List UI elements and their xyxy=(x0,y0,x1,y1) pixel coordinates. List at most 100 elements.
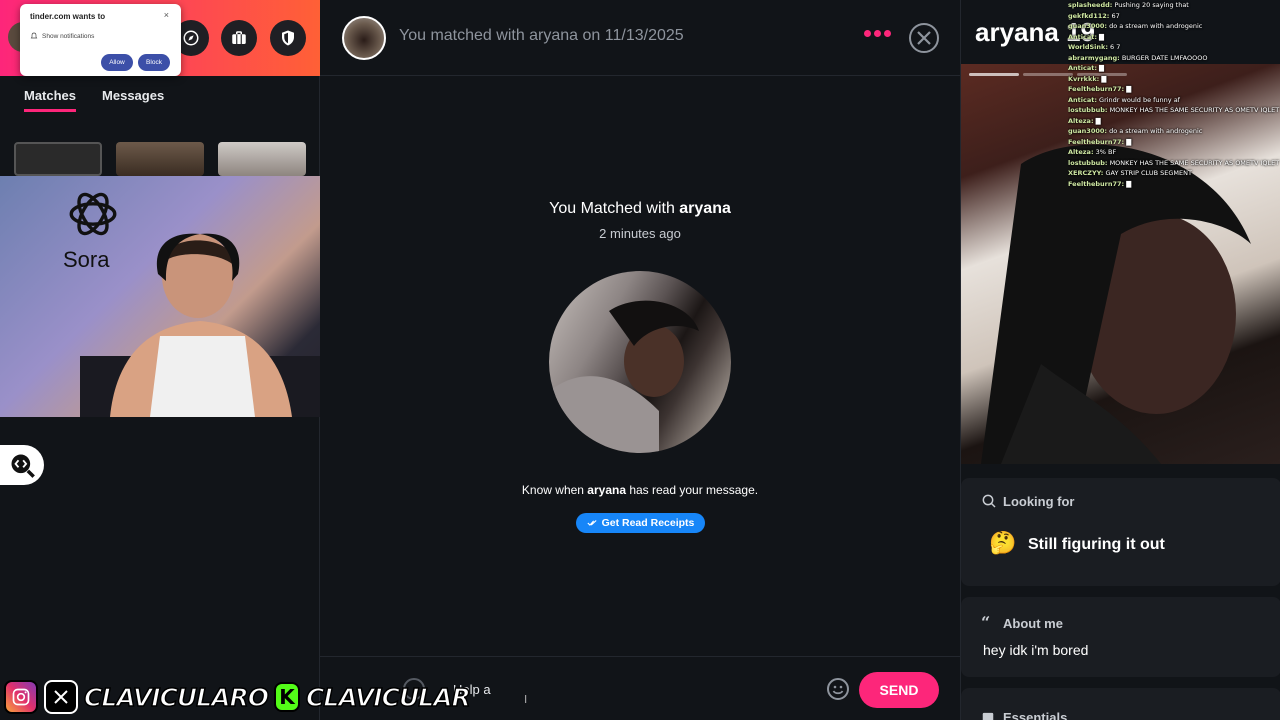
chat-message: 6 7 xyxy=(1110,43,1121,51)
matched-heading: You Matched with aryana xyxy=(320,200,960,218)
essentials-card: Essentials xyxy=(961,688,1280,720)
double-check-icon xyxy=(587,520,597,526)
popup-line: Show notifications xyxy=(30,32,94,40)
chat-message: ▇ xyxy=(1126,179,1132,188)
compass-icon xyxy=(183,30,199,46)
safety-button[interactable] xyxy=(270,20,306,56)
chat-message: ▇ xyxy=(1099,32,1105,41)
chat-username: Feeltheburn77: xyxy=(1068,137,1125,146)
message-input[interactable] xyxy=(440,677,820,701)
chat-username: abrarmygang: xyxy=(1068,53,1120,62)
looking-for-value: Still figuring it out xyxy=(1028,536,1165,553)
extension-button[interactable] xyxy=(0,445,44,485)
bell-icon xyxy=(30,32,38,39)
essentials-title: Essentials xyxy=(1003,710,1068,720)
close-conversation-icon[interactable] xyxy=(908,22,940,54)
chat-username: WorldSink: xyxy=(1068,43,1108,51)
chat-username: Anticat: xyxy=(1068,95,1097,104)
quote-icon: “ xyxy=(981,613,991,632)
chat-message: Pushing 20 saying that xyxy=(1114,1,1189,9)
search-icon xyxy=(982,494,996,508)
matched-prefix: You Matched with xyxy=(549,200,680,217)
match-photo-figure xyxy=(549,300,699,453)
chat-line: abrarmygang: BURGER DATE LMFAOOOO xyxy=(1068,53,1280,64)
match-thumbnail[interactable] xyxy=(14,142,102,176)
chat-username: Anticat: xyxy=(1068,64,1097,72)
match-thumbnail[interactable] xyxy=(116,142,204,176)
chat-line: Alteza: ▇ xyxy=(1068,116,1280,127)
popup-line-text: Show notifications xyxy=(42,32,95,40)
sora-label: Sora xyxy=(63,247,110,272)
match-avatar[interactable] xyxy=(342,16,386,60)
app-root: tinder.com wants to × Show notifications… xyxy=(0,0,1280,720)
dot-icon xyxy=(884,30,891,37)
conversation-title: You matched with aryana on 11/13/2025 xyxy=(399,27,684,44)
know-prefix: Know when xyxy=(521,483,588,497)
chat-line: lostubbub: MONKEY HAS THE SAME SECURITY … xyxy=(1068,105,1280,116)
chat-line: Feeltheburn77: ▇ xyxy=(1068,179,1280,190)
chat-username: guan3000: xyxy=(1068,22,1107,30)
text-cursor-icon: Ι xyxy=(524,693,528,706)
chat-username: splasheedd: xyxy=(1068,1,1113,9)
about-me-card: “ About me hey idk i'm bored xyxy=(961,597,1280,677)
looking-for-card: Looking for 🤔 Still figuring it out xyxy=(961,478,1280,586)
chat-message: ▇ xyxy=(1099,64,1105,72)
chat-line: gekfkd112: 67 xyxy=(1068,11,1280,22)
chat-message: MONKEY HAS THE SAME SECURITY AS OMETV IQ… xyxy=(1109,106,1280,114)
chat-message: ▇ xyxy=(1101,74,1107,83)
block-button[interactable]: Block xyxy=(138,54,170,71)
more-options-button[interactable] xyxy=(864,30,891,37)
left-tabs: Matches Messages xyxy=(24,88,164,112)
tab-matches[interactable]: Matches xyxy=(24,88,77,112)
looking-for-title: Looking for xyxy=(1003,494,1075,509)
stream-chat-overlay: splasheedd: Pushing 20 saying that gekfkd… xyxy=(1068,0,1280,189)
thinking-emoji-icon: 🤔 xyxy=(989,530,1017,555)
send-button[interactable]: SEND xyxy=(859,672,939,708)
chat-line: XERCZYY: GAY STRIP CLUB SEGMENT xyxy=(1068,168,1280,179)
chat-message: GAY STRIP CLUB SEGMENT xyxy=(1105,169,1192,177)
chat-username: lostubbub: xyxy=(1068,106,1108,114)
chat-line: Kvrrkkk: ▇ xyxy=(1068,74,1280,85)
match-photo[interactable] xyxy=(549,271,731,453)
work-button[interactable] xyxy=(221,20,257,56)
close-icon[interactable]: × xyxy=(164,10,169,20)
emoji-icon[interactable] xyxy=(826,677,850,701)
know-suffix: has read your message. xyxy=(626,483,759,497)
chat-username: lostubbub: xyxy=(1068,158,1108,167)
chat-username: gekfkd112: xyxy=(1068,11,1110,20)
magnifier-code-icon xyxy=(11,454,35,478)
chat-message: ▇ xyxy=(1126,137,1132,146)
chat-username: guan3000: xyxy=(1068,127,1107,135)
chat-message: MONKEY HAS THE SAME SECURITY AS OMETV IQ… xyxy=(1109,158,1280,167)
chat-line: Feeltheburn77: ▇ xyxy=(1068,84,1280,95)
get-read-receipts-button[interactable]: Get Read Receipts xyxy=(576,513,705,533)
match-thumbnail[interactable] xyxy=(218,142,306,176)
popup-title: tinder.com wants to xyxy=(30,12,106,21)
chat-username: Kvrrkkk: xyxy=(1068,74,1100,83)
chat-username: Alteza: xyxy=(1068,148,1094,156)
social-handle: CLAVICULARO xyxy=(83,682,270,713)
read-receipts-prompt: Know when aryana has read your message. xyxy=(320,483,960,497)
social-handle: CLAVICULAR xyxy=(305,682,471,713)
notification-permission-popup: tinder.com wants to × Show notifications… xyxy=(20,4,181,76)
chat-username: Alteza: xyxy=(1068,116,1094,125)
tab-messages[interactable]: Messages xyxy=(102,88,164,112)
briefcase-icon xyxy=(232,31,246,44)
streamer-social-bar: CLAVICULARO K CLAVICULAR xyxy=(4,678,472,716)
receipts-label: Get Read Receipts xyxy=(601,517,695,529)
chat-line: Anticat: ▇ xyxy=(1068,32,1280,43)
id-card-icon xyxy=(982,712,994,720)
chat-username: XERCZYY: xyxy=(1068,169,1104,177)
allow-button[interactable]: Allow xyxy=(101,54,133,71)
sora-overlay-logo: Sora xyxy=(60,183,126,273)
chat-message: do a stream with androgenic xyxy=(1109,22,1203,30)
openai-logo-icon xyxy=(69,192,117,236)
matched-name: aryana xyxy=(679,200,731,217)
conversation-panel: You matched with aryana on 11/13/2025 Yo… xyxy=(320,0,960,720)
conversation-header: You matched with aryana on 11/13/2025 xyxy=(320,0,960,76)
chat-line: splasheedd: Pushing 20 saying that xyxy=(1068,0,1280,11)
chat-message: ▇ xyxy=(1126,85,1132,93)
x-logo-icon xyxy=(44,680,78,714)
instagram-icon xyxy=(4,680,38,714)
chat-line: Anticat: Grindr would be funny af xyxy=(1068,95,1280,106)
